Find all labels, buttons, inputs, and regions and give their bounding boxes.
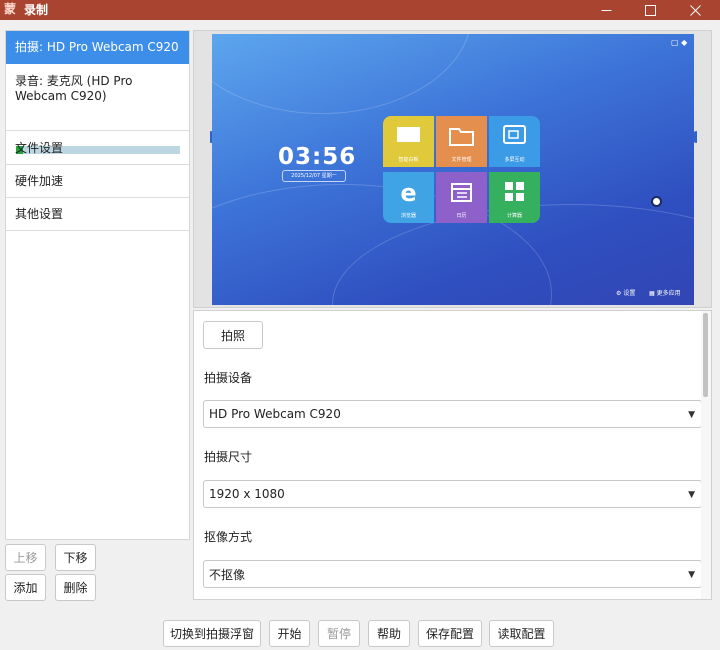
browser-icon: e: [400, 181, 416, 203]
keying-label: 抠像方式: [204, 530, 253, 544]
dropdown-arrow-icon: ▼: [688, 570, 695, 580]
app-tile-file-manager: 文件管理: [436, 116, 487, 167]
resolution-select-value: 1920 x 1080: [209, 487, 285, 501]
source-list: 拍摄: HD Pro Webcam C920 录音: 麦克风 (HD Pro W…: [5, 30, 190, 540]
delete-button[interactable]: 删除: [55, 574, 96, 601]
sidebar-item-file-settings[interactable]: 文件设置: [6, 131, 189, 165]
preview-settings-entry: ⚙ 设置: [616, 290, 636, 297]
keying-select[interactable]: 不抠像 ▼: [203, 560, 702, 588]
title-bar: 蒙 录制: [0, 0, 720, 20]
help-button[interactable]: 帮助: [368, 620, 410, 647]
dropdown-arrow-icon: ▼: [688, 410, 695, 420]
sidebar-item-other-settings[interactable]: 其他设置: [6, 198, 189, 231]
device-select[interactable]: HD Pro Webcam C920 ▼: [203, 400, 702, 428]
sidebar-item-label: 文件设置: [15, 141, 64, 155]
switch-to-float-window-button[interactable]: 切换到拍摄浮窗: [163, 620, 261, 647]
resolution-select[interactable]: 1920 x 1080 ▼: [203, 480, 702, 508]
app-tile-whiteboard: 智能白板: [383, 116, 434, 167]
dropdown-arrow-icon: ▼: [688, 490, 695, 500]
add-button[interactable]: 添加: [5, 574, 46, 601]
preview-frame: ▢ ◆ 03:56 2025/12/07 星期一 智能白板 文件管理 多屏互动 …: [212, 34, 694, 305]
preview-more-apps-entry: ▦ 更多应用: [649, 290, 681, 297]
calculator-icon: [505, 182, 524, 201]
grid-icon: ▦: [649, 290, 655, 297]
floating-assist-dot: [651, 196, 662, 207]
load-config-button[interactable]: 读取配置: [489, 620, 554, 647]
app-tile-calculator: 计算器: [489, 172, 540, 223]
svg-text:e: e: [400, 181, 416, 203]
preview-clock: 03:56: [278, 144, 357, 170]
preview-date: 2025/12/07 星期一: [282, 170, 346, 182]
app-tile-screen-share: 多屏互动: [489, 116, 540, 167]
camera-preview: ▢ ◆ 03:56 2025/12/07 星期一 智能白板 文件管理 多屏互动 …: [193, 30, 712, 308]
background-wave: [212, 34, 472, 114]
camera-settings-panel: 拍照 拍摄设备 HD Pro Webcam C920 ▼ 拍摄尺寸 1920 x…: [193, 310, 712, 600]
snapshot-button[interactable]: 拍照: [203, 321, 263, 349]
pause-button[interactable]: 暂停: [318, 620, 360, 647]
save-config-button[interactable]: 保存配置: [418, 620, 482, 647]
screen-share-icon: [503, 125, 526, 144]
minimize-icon: [601, 9, 611, 11]
close-icon: [689, 4, 701, 16]
panel-scrollbar[interactable]: [701, 311, 711, 599]
status-icons: ▢ ◆: [671, 38, 688, 47]
sidebar-item-camera[interactable]: 拍摄: HD Pro Webcam C920: [6, 31, 189, 64]
app-tile-calendar: 日历: [436, 172, 487, 223]
maximize-button[interactable]: [630, 0, 670, 20]
sidebar-item-label: 其他设置: [15, 207, 64, 221]
window-title: 录制: [24, 3, 49, 17]
move-down-button[interactable]: 下移: [55, 544, 96, 571]
sidebar-item-label: 录音: 麦克风 (HD Pro Webcam C920): [15, 74, 133, 103]
sidebar-item-microphone[interactable]: 录音: 麦克风 (HD Pro Webcam C920): [6, 64, 189, 154]
move-up-button[interactable]: 上移: [5, 544, 46, 571]
resolution-label: 拍摄尺寸: [204, 450, 253, 464]
sidebar-item-label: 拍摄: HD Pro Webcam C920: [15, 40, 179, 54]
close-button[interactable]: [675, 0, 715, 20]
app-icon: 蒙: [3, 2, 16, 16]
device-label: 拍摄设备: [204, 371, 253, 385]
sidebar-item-hardware-acceleration[interactable]: 硬件加速: [6, 165, 189, 198]
sidebar-item-label: 硬件加速: [15, 174, 64, 188]
folder-icon: [449, 128, 474, 146]
app-tile-browser: e 浏览器: [383, 172, 434, 223]
minimize-button[interactable]: [586, 0, 626, 20]
maximize-icon: [644, 4, 656, 16]
device-select-value: HD Pro Webcam C920: [209, 407, 341, 421]
keying-select-value: 不抠像: [209, 567, 246, 582]
start-button[interactable]: 开始: [269, 620, 310, 647]
settings-icon: ⚙: [616, 290, 622, 297]
scrollbar-thumb[interactable]: [703, 313, 708, 397]
whiteboard-icon: [397, 127, 420, 142]
calendar-icon: [451, 183, 472, 202]
